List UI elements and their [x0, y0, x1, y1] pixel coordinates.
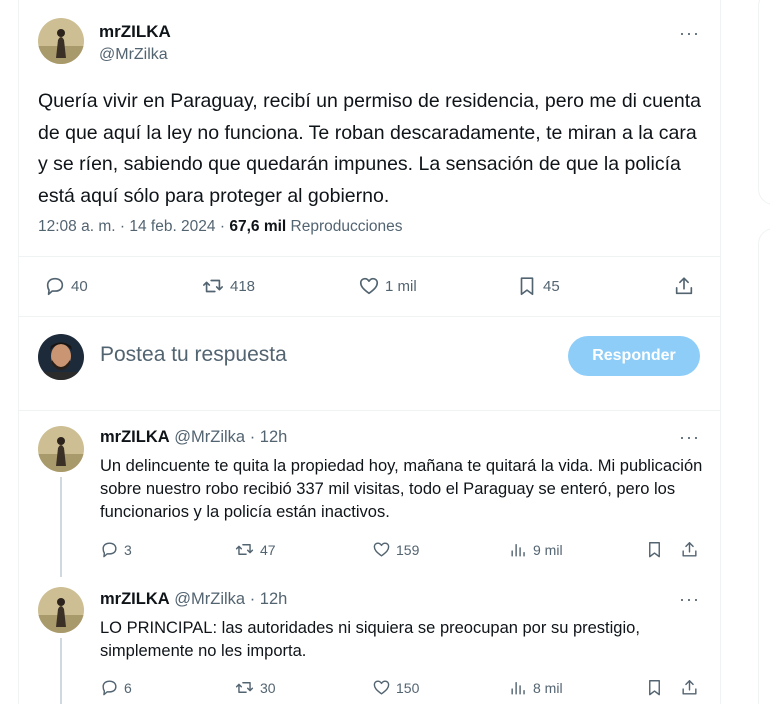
bookmark-icon: [649, 542, 660, 558]
meta-separator: ·: [119, 218, 126, 235]
reply-avatar[interactable]: [38, 426, 84, 472]
like-button[interactable]: 159: [372, 540, 419, 559]
reply-count: 6: [124, 679, 132, 696]
reply-input[interactable]: Postea tu respuesta: [100, 343, 287, 367]
reply-text: Un delincuente te quita la propiedad hoy…: [100, 457, 703, 521]
thread-line: [60, 477, 62, 577]
repost-button[interactable]: 30: [234, 678, 276, 697]
share-icon: [682, 680, 697, 695]
repost-icon: [235, 682, 254, 693]
bookmark-icon: [520, 277, 534, 296]
author-avatar[interactable]: [38, 18, 84, 64]
thread-line: [60, 638, 62, 704]
views-button[interactable]: 8 mil: [509, 678, 563, 697]
divider: [19, 410, 721, 411]
divider: [19, 316, 721, 317]
reply-avatar[interactable]: [38, 587, 84, 633]
reply-author-handle[interactable]: @MrZilka: [174, 428, 245, 446]
repost-button[interactable]: 47: [234, 540, 276, 559]
views-count: 9 mil: [533, 541, 563, 558]
bookmark-button[interactable]: [645, 678, 664, 697]
like-button[interactable]: 150: [372, 678, 419, 697]
user-avatar[interactable]: [38, 334, 84, 380]
divider: [19, 256, 721, 257]
tweet-text: Quería vivir en Paraguay, recibí un perm…: [38, 90, 701, 207]
share-icon: [675, 277, 693, 295]
author-handle[interactable]: @MrZilka: [99, 46, 168, 64]
heart-icon: [373, 542, 390, 557]
bookmark-icon: [649, 680, 660, 696]
tweet-date[interactable]: 14 feb. 2024: [129, 218, 215, 235]
reply-author-name[interactable]: mrZILKA: [100, 428, 170, 446]
tweet-time[interactable]: 12:08 a. m.: [38, 218, 116, 235]
bookmark-button[interactable]: 45: [516, 275, 560, 297]
repost-count: 418: [230, 277, 256, 295]
sidebar-card: [758, 0, 770, 205]
sidebar-card: [758, 228, 770, 704]
like-count: 159: [396, 541, 420, 558]
reply-author-handle[interactable]: @MrZilka: [174, 590, 245, 608]
reply-age[interactable]: · 12h: [250, 428, 288, 446]
analytics-icon: [511, 682, 525, 695]
repost-count: 30: [260, 679, 276, 696]
tweet-meta: 12:08 a. m. · 14 feb. 2024 · 67,6 mil Re…: [38, 218, 403, 236]
repost-icon: [235, 544, 254, 555]
reply-count: 40: [71, 277, 88, 295]
repost-button[interactable]: 418: [201, 275, 255, 297]
like-button[interactable]: 1 mil: [358, 275, 417, 297]
reply-count: 3: [124, 541, 132, 558]
reply-age[interactable]: · 12h: [250, 590, 288, 608]
analytics-icon: [511, 544, 525, 557]
author-name[interactable]: mrZILKA: [99, 22, 171, 42]
repost-count: 47: [260, 541, 276, 558]
share-button[interactable]: [673, 275, 695, 297]
share-button[interactable]: [680, 678, 699, 697]
reply-button[interactable]: 6: [100, 678, 132, 697]
reply-icon: [102, 680, 117, 696]
reply-author-name[interactable]: mrZILKA: [100, 590, 170, 608]
bookmark-count: 45: [543, 277, 560, 295]
views-count: 67,6 mil: [229, 218, 287, 235]
meta-separator: ·: [219, 218, 226, 235]
more-options-icon[interactable]: ···: [679, 24, 700, 42]
reply-header: mrZILKA @MrZilka · 12h: [100, 428, 287, 447]
like-count: 1 mil: [385, 277, 417, 295]
reply-icon: [102, 542, 117, 558]
more-options-icon[interactable]: ···: [679, 428, 700, 446]
responder-button[interactable]: Responder: [568, 336, 700, 376]
views-label: Reproducciones: [290, 218, 403, 235]
share-button[interactable]: [680, 540, 699, 559]
views-count: 8 mil: [533, 679, 563, 696]
like-count: 150: [396, 679, 420, 696]
heart-icon: [359, 277, 379, 295]
bookmark-button[interactable]: [645, 540, 664, 559]
reply-button[interactable]: 40: [44, 275, 88, 297]
share-icon: [682, 542, 697, 557]
reply-header: mrZILKA @MrZilka · 12h: [100, 590, 287, 609]
reply-icon: [46, 277, 64, 296]
reply-button[interactable]: 3: [100, 540, 132, 559]
repost-icon: [203, 279, 223, 293]
heart-icon: [373, 680, 390, 695]
views-button[interactable]: 9 mil: [509, 540, 563, 559]
more-options-icon[interactable]: ···: [679, 590, 700, 608]
reply-text: LO PRINCIPAL: las autoridades ni siquier…: [100, 619, 640, 660]
